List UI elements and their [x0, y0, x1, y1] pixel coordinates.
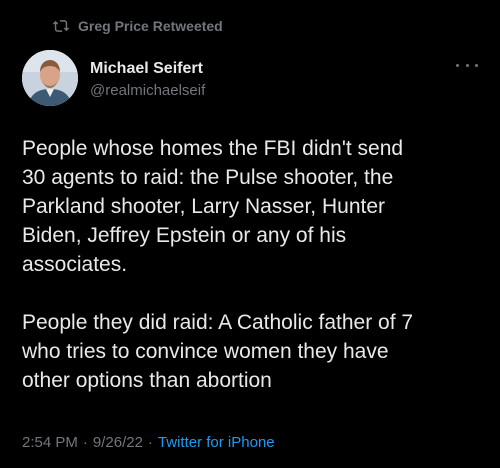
- retweet-context[interactable]: Greg Price Retweeted: [52, 18, 223, 34]
- tweet-date[interactable]: 9/26/22: [93, 434, 143, 451]
- more-horizontal-icon[interactable]: [456, 58, 478, 72]
- retweet-icon: [52, 18, 70, 34]
- retweet-label: Greg Price Retweeted: [78, 18, 223, 34]
- author-name[interactable]: Michael Seifert: [90, 60, 203, 78]
- tweet-paragraph: People whose homes the FBI didn't send 3…: [22, 137, 404, 276]
- tweet-paragraph: People they did raid: A Catholic father …: [22, 311, 414, 392]
- tweet-source-link[interactable]: Twitter for iPhone: [158, 434, 275, 451]
- avatar[interactable]: [22, 50, 78, 106]
- separator: ·: [147, 434, 153, 451]
- tweet-time[interactable]: 2:54 PM: [22, 434, 78, 451]
- tweet-header: Michael Seifert @realmichaelseif: [22, 50, 480, 110]
- separator: ·: [82, 434, 88, 451]
- author-handle[interactable]: @realmichaelseif: [90, 82, 205, 99]
- tweet-meta: 2:54 PM · 9/26/22 · Twitter for iPhone: [22, 434, 275, 451]
